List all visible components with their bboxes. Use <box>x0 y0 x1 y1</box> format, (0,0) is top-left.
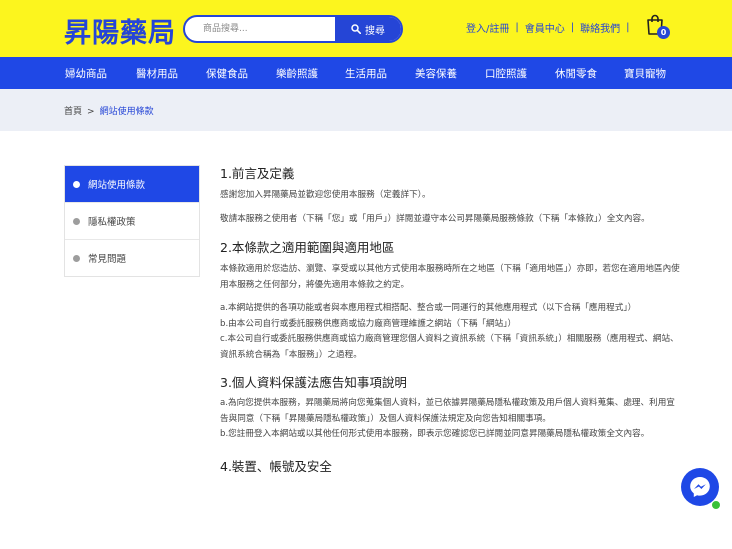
contact-us-link[interactable]: 聯絡我們 <box>580 20 620 35</box>
section-title: 3.個人資料保護法應告知事項說明 <box>220 375 407 390</box>
paragraph: a.本網站提供的各項功能或者與本應用程式相搭配、整合或一同運行的其他應用程式（以… <box>220 303 637 313</box>
section-title: 4.裝置、帳號及安全 <box>220 458 332 474</box>
breadcrumb-bar: 首頁 > 網站使用條款 <box>0 89 732 131</box>
sidebar-item-faq[interactable]: 常見問題 <box>65 239 199 276</box>
breadcrumb-current: 網站使用條款 <box>99 107 154 117</box>
top-header: 昇陽藥局 搜尋 登入/註冊 | 會員中心 | 聯絡我們 | 0 <box>0 0 732 57</box>
search-input[interactable] <box>185 17 353 41</box>
site-logo[interactable]: 昇陽藥局 <box>64 11 176 50</box>
link-divider: | <box>626 22 630 33</box>
bullet-icon <box>73 217 80 225</box>
link-divider: | <box>515 22 519 33</box>
category-nav: 婦幼商品 醫材用品 保健食品 樂齡照護 生活用品 美容保養 口腔照護 休閒零食 … <box>0 57 732 89</box>
section-title: 1.前言及定義 <box>220 166 295 181</box>
nav-item-maternity[interactable]: 婦幼商品 <box>65 66 107 81</box>
sidebar-item-label: 常見問題 <box>88 254 127 265</box>
nav-item-elderly-care[interactable]: 樂齡照護 <box>276 66 318 81</box>
paragraph: c.本公司自行或委託服務供應商或協力廠商管理您個人資料之資訊系統（下稱「資訊系統… <box>220 334 679 360</box>
paragraph: b.由本公司自行或委託服務供應商或協力廠商管理維護之網站（下稱「網站」） <box>220 318 517 329</box>
link-divider: | <box>570 22 575 33</box>
nav-item-pets[interactable]: 寶貝寵物 <box>624 66 666 81</box>
search-icon <box>351 24 361 34</box>
nav-item-snacks[interactable]: 休閒零食 <box>555 66 597 81</box>
paragraph: a.為向您提供本服務，昇陽藥局將向您蒐集個人資料，並已依據昇陽藥局隱私權政策及用… <box>220 398 675 424</box>
bullet-icon <box>73 254 80 262</box>
top-links: 登入/註冊 | 會員中心 | 聯絡我們 | <box>466 20 636 35</box>
section-title: 2.本條款之適用範圍與適用地區 <box>220 240 395 255</box>
online-status-dot <box>711 500 721 510</box>
login-register-link[interactable]: 登入/註冊 <box>466 20 509 35</box>
paragraph: b.您註冊登入本網站或以其他任何形式使用本服務，即表示您確認您已詳閱並同意昇陽藥… <box>220 429 650 439</box>
paragraph: 感謝您加入昇陽藥局並歡迎您使用本服務（定義詳下）。 <box>220 190 431 200</box>
nav-item-beauty-care[interactable]: 美容保養 <box>415 66 457 81</box>
sidebar-item-label: 網站使用條款 <box>88 180 146 191</box>
nav-item-medical-supplies[interactable]: 醫材用品 <box>136 66 178 81</box>
sidebar-item-label: 隱私權政策 <box>88 217 136 228</box>
paragraph: 敬請本服務之使用者（下稱「您」或「用戶」）詳閱並遵守本公司昇陽藥局服務條款（下稱… <box>220 213 650 224</box>
breadcrumb-home[interactable]: 首頁 <box>64 107 82 117</box>
search-button[interactable]: 搜尋 <box>335 17 401 41</box>
search-button-label: 搜尋 <box>365 25 385 37</box>
paragraph: 本條款適用於您造訪、瀏覽、享受或以其他方式使用本服務時所在之地區（下稱「適用地區… <box>220 264 680 290</box>
sidebar-item-privacy[interactable]: 隱私權政策 <box>65 202 199 239</box>
messenger-icon <box>690 477 710 497</box>
nav-item-daily-goods[interactable]: 生活用品 <box>345 66 387 81</box>
sidebar: 網站使用條款 隱私權政策 常見問題 <box>64 165 200 277</box>
sidebar-item-terms[interactable]: 網站使用條款 <box>65 166 199 202</box>
bullet-icon <box>73 180 80 188</box>
cart-button[interactable]: 0 <box>645 14 671 40</box>
nav-item-health-food[interactable]: 保健食品 <box>206 66 248 81</box>
breadcrumb: 首頁 > 網站使用條款 <box>64 104 154 117</box>
terms-content: 1.前言及定義 感謝您加入昇陽藥局並歡迎您使用本服務（定義詳下）。 敬請本服務之… <box>220 166 680 475</box>
member-center-link[interactable]: 會員中心 <box>525 20 565 35</box>
breadcrumb-separator: > <box>87 107 95 117</box>
cart-count-badge: 0 <box>657 26 670 39</box>
nav-item-oral-care[interactable]: 口腔照護 <box>485 66 527 81</box>
search-box: 搜尋 <box>183 15 403 43</box>
